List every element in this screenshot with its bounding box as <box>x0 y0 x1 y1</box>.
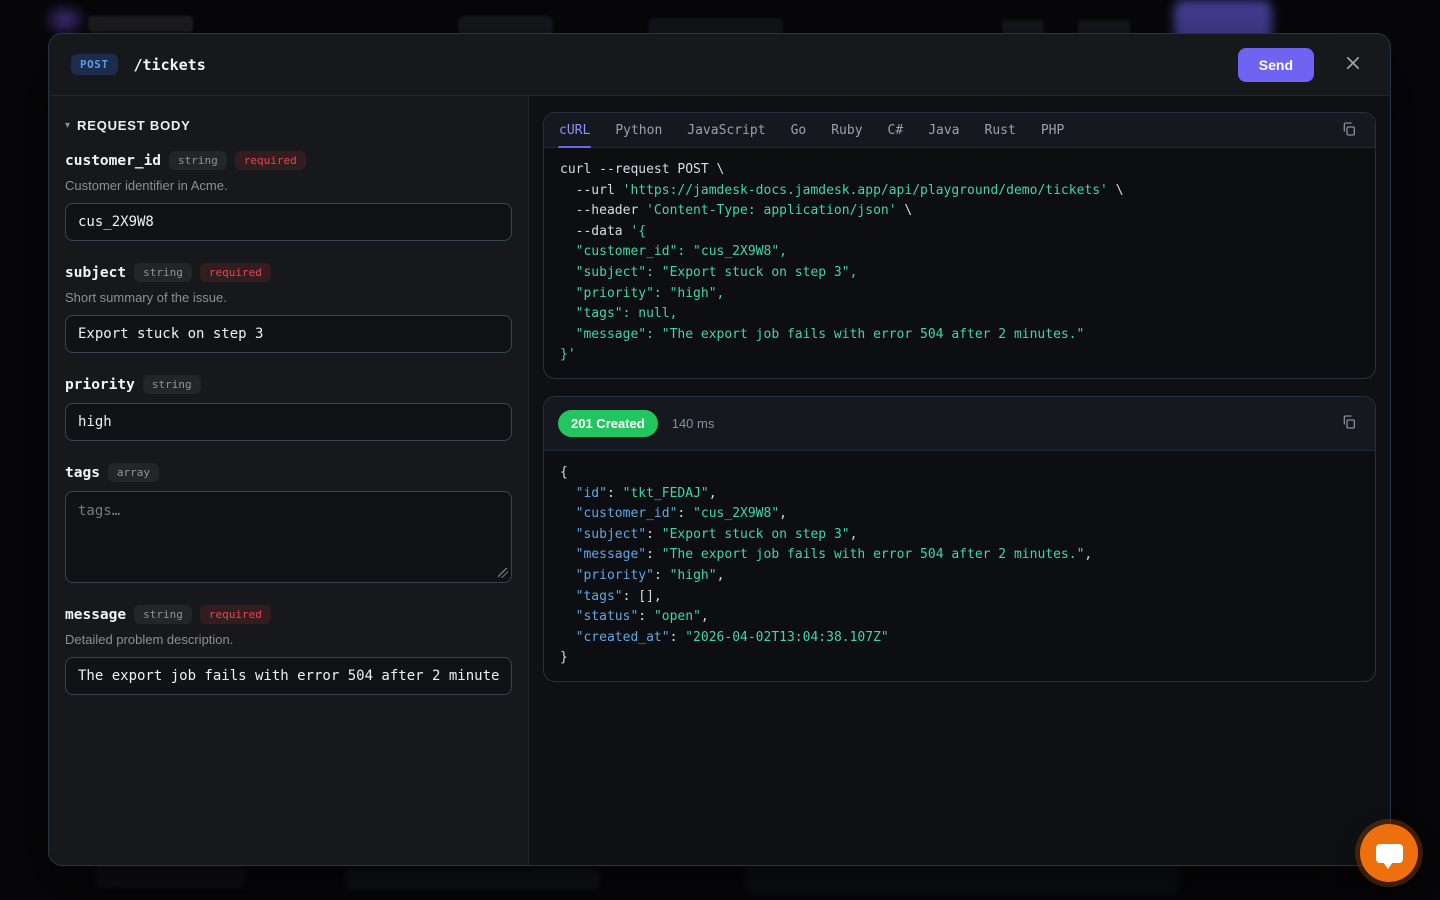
code-tabs: cURL Python JavaScript Go Ruby C# Java Rust PHP <box>558 113 1065 147</box>
type-badge: array <box>108 463 159 482</box>
chevron-down-icon: ▾ <box>65 121 70 131</box>
tab-ruby[interactable]: Ruby <box>830 113 863 147</box>
tab-php[interactable]: PHP <box>1040 113 1065 147</box>
field-name: customer_id <box>65 153 161 169</box>
language-tabs-bar: cURL Python JavaScript Go Ruby C# Java Rust PHP <box>544 113 1375 148</box>
field-head: customer_id string required <box>65 151 512 170</box>
request-body-section-header[interactable]: ▾ REQUEST BODY <box>65 118 512 133</box>
field-head: tags array <box>65 463 512 482</box>
tab-rust[interactable]: Rust <box>984 113 1017 147</box>
tab-go[interactable]: Go <box>790 113 808 147</box>
field-control <box>65 491 512 583</box>
field-name: tags <box>65 465 100 481</box>
latency-label: 140 ms <box>672 416 715 431</box>
modal-header: POST /tickets Send <box>49 34 1390 96</box>
tab-c[interactable]: C# <box>887 113 905 147</box>
field-control <box>65 657 512 695</box>
modal-body: ▾ REQUEST BODY customer_id string requir… <box>49 96 1390 865</box>
field-description: Short summary of the issue. <box>65 290 512 305</box>
field: subject string required Short summary of… <box>65 263 512 353</box>
resize-handle[interactable] <box>498 568 508 578</box>
field-input-priority[interactable] <box>65 403 512 441</box>
code-panel: cURLPythonJavaScriptGoRubyC#JavaRustPHP … <box>529 96 1390 865</box>
field-name: priority <box>65 377 135 393</box>
chat-bubble-icon <box>1376 844 1403 863</box>
field: message string required Detailed problem… <box>65 605 512 695</box>
field-name: subject <box>65 265 126 281</box>
dimmed-content <box>345 868 600 890</box>
type-badge: string <box>143 375 201 394</box>
field-description: Customer identifier in Acme. <box>65 178 512 193</box>
field-description: Detailed problem description. <box>65 632 512 647</box>
required-badge: required <box>200 605 271 624</box>
field: priority string <box>65 375 512 441</box>
field-head: message string required <box>65 605 512 624</box>
type-badge: string <box>134 605 192 624</box>
http-method-badge: POST <box>71 54 118 75</box>
field-control <box>65 203 512 241</box>
tab-curl[interactable]: cURL <box>558 113 591 147</box>
type-badge: string <box>169 151 227 170</box>
field: tags array <box>65 463 512 583</box>
field-input-customer_id[interactable] <box>65 203 512 241</box>
field-control <box>65 315 512 353</box>
response-code: { "id": "tkt_FEDAJ", "customer_id": "cus… <box>544 451 1375 681</box>
status-badge: 201 Created <box>558 410 658 437</box>
close-button[interactable] <box>1338 48 1368 81</box>
request-code: curl --request POST \ --url 'https://jam… <box>544 148 1375 378</box>
tab-python[interactable]: Python <box>614 113 663 147</box>
field-input-subject[interactable] <box>65 315 512 353</box>
dimmed-logo-text <box>88 16 193 32</box>
required-badge: required <box>235 151 306 170</box>
field-input-tags[interactable] <box>65 491 512 583</box>
response-header: 201 Created 140 ms <box>544 397 1375 451</box>
copy-icon <box>1341 121 1357 140</box>
field-input-message[interactable] <box>65 657 512 695</box>
copy-response-button[interactable] <box>1337 410 1361 437</box>
field-name: message <box>65 607 126 623</box>
copy-icon <box>1341 414 1357 433</box>
field-head: subject string required <box>65 263 512 282</box>
tab-javascript[interactable]: JavaScript <box>686 113 766 147</box>
close-icon <box>1344 54 1362 75</box>
field-control <box>65 403 512 441</box>
required-badge: required <box>200 263 271 282</box>
api-playground-modal: POST /tickets Send ▾ REQUEST BODY custom… <box>48 33 1391 866</box>
fields-list: customer_id string required Customer ide… <box>65 151 512 695</box>
request-code-card: cURLPythonJavaScriptGoRubyC#JavaRustPHP … <box>543 112 1376 379</box>
section-title: REQUEST BODY <box>77 118 191 133</box>
tab-java[interactable]: Java <box>927 113 960 147</box>
copy-request-button[interactable] <box>1337 117 1361 144</box>
send-button[interactable]: Send <box>1238 48 1314 82</box>
response-card: 201 Created 140 ms { "id": "tkt_FEDAJ", … <box>543 396 1376 682</box>
endpoint-path: /tickets <box>134 56 206 74</box>
field: customer_id string required Customer ide… <box>65 151 512 241</box>
request-body-panel: ▾ REQUEST BODY customer_id string requir… <box>49 96 529 865</box>
field-head: priority string <box>65 375 512 394</box>
type-badge: string <box>134 263 192 282</box>
chat-fab-button[interactable] <box>1360 824 1418 882</box>
